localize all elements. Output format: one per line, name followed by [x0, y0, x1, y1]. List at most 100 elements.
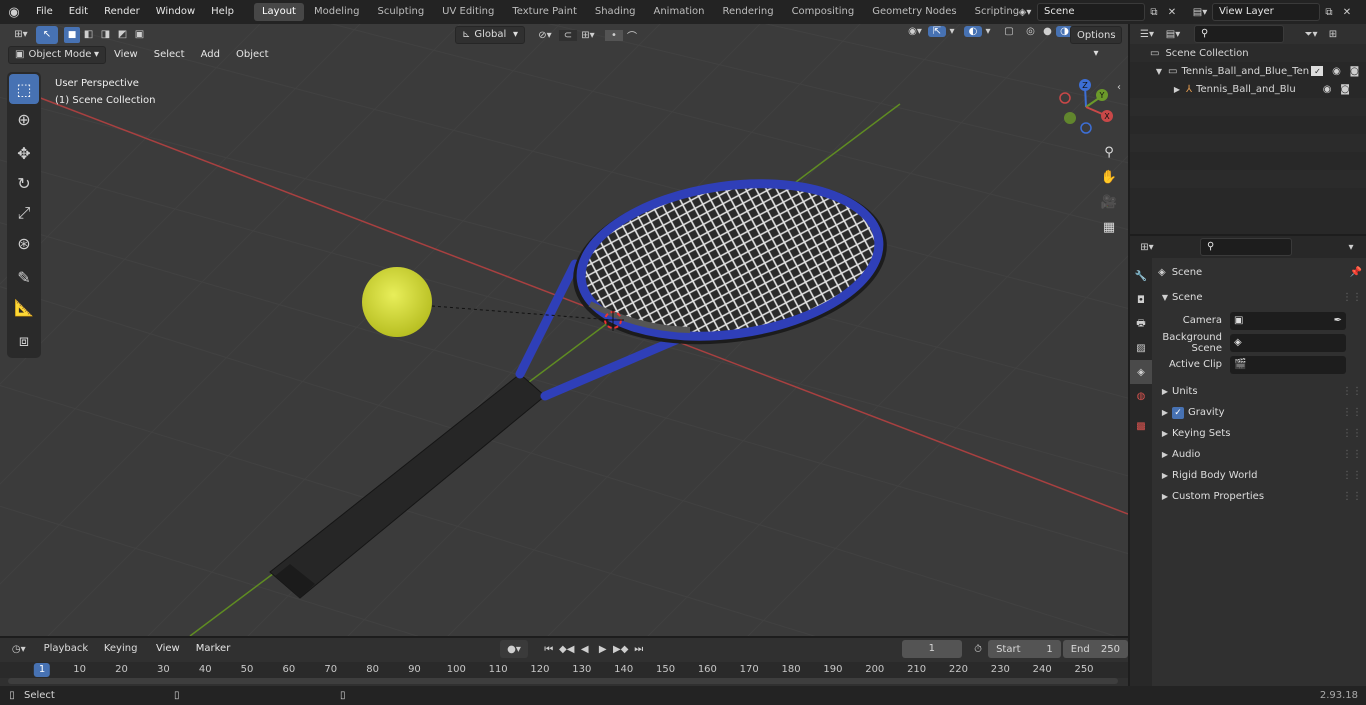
jump-start-icon[interactable]: ⏮	[540, 644, 558, 655]
mode-dropdown[interactable]: ▣ Object Mode ▾	[8, 46, 106, 64]
drag-handle-icon[interactable]: ⋮⋮	[1342, 449, 1362, 460]
view-layer-icon[interactable]: ▤▾	[1188, 7, 1212, 18]
tab-geometry-nodes[interactable]: Geometry Nodes	[864, 3, 964, 21]
tab-shading[interactable]: Shading	[587, 3, 644, 21]
shading-wireframe-icon[interactable]: ◎	[1022, 26, 1039, 37]
tab-animation[interactable]: Animation	[646, 3, 713, 21]
filter-icon[interactable]: ⏷▾	[1298, 29, 1324, 40]
annotate-tool-icon[interactable]: ✎	[9, 262, 39, 292]
add-cube-tool-icon[interactable]: ⧈	[9, 326, 39, 356]
scene-icon[interactable]: ◈▾	[1013, 7, 1037, 18]
select-mode-invert-icon[interactable]: ◩	[114, 29, 131, 40]
panel-scene-header[interactable]: ▼ Scene ⋮⋮	[1158, 287, 1362, 308]
tab-uv-editing[interactable]: UV Editing	[434, 3, 502, 21]
scene-name-field[interactable]: Scene	[1037, 3, 1145, 21]
scale-tool-icon[interactable]: ⤢	[9, 198, 39, 228]
select-mode-subtract-icon[interactable]: ◨	[97, 29, 114, 40]
overlays-toggle-icon[interactable]: ◐	[964, 26, 982, 37]
background-scene-field[interactable]: ◈	[1230, 333, 1346, 352]
outliner-row-scene-collection[interactable]: ▭ Scene Collection	[1130, 44, 1366, 62]
gizmo-toggle-icon[interactable]: ⇱	[928, 26, 946, 37]
drag-handle-icon[interactable]: ⋮⋮	[1342, 470, 1362, 481]
camera-field[interactable]: ▣ ✒	[1230, 311, 1346, 330]
tab-compositing[interactable]: Compositing	[784, 3, 863, 21]
tennis-ball[interactable]	[362, 267, 432, 337]
sidebar-toggle-icon[interactable]: ‹	[1117, 82, 1121, 93]
panel-units[interactable]: ▶ Units ⋮⋮	[1158, 381, 1362, 402]
tennis-racket[interactable]	[269, 161, 898, 599]
panel-audio[interactable]: ▶ Audio ⋮⋮	[1158, 444, 1362, 465]
rotate-tool-icon[interactable]: ↻	[9, 168, 39, 198]
measure-tool-icon[interactable]: 📐	[9, 292, 39, 322]
drag-handle-icon[interactable]: ⋮⋮	[1342, 491, 1362, 502]
timeline-menu-playback[interactable]: Playback ▾	[38, 640, 98, 672]
falloff-icon[interactable]: ⌒	[623, 28, 641, 43]
pan-hand-icon[interactable]: ✋	[1098, 166, 1120, 188]
select-box-tool-icon[interactable]: ⬚	[9, 74, 39, 104]
outliner-row-collection[interactable]: ▼ ▭ Tennis_Ball_and_Blue_Tennis_ ✓ ◉ ◙	[1130, 62, 1366, 80]
blender-logo-icon[interactable]: ◉	[0, 5, 28, 20]
panel-custom-properties[interactable]: ▶ Custom Properties ⋮⋮	[1158, 486, 1362, 507]
editor-type-icon[interactable]: ⊞▾	[6, 29, 36, 40]
timeline-menu-marker[interactable]: Marker	[188, 640, 239, 658]
delete-scene-icon[interactable]: ✕	[1163, 7, 1181, 18]
properties-search-field[interactable]: ⚲	[1200, 238, 1292, 256]
menu-render[interactable]: Render	[96, 0, 148, 24]
select-mode-intersect-icon[interactable]: ▣	[131, 29, 148, 40]
outliner-editor-icon[interactable]: ☰▾	[1134, 29, 1160, 40]
viewport-menu-object[interactable]: Object	[228, 46, 277, 64]
outliner-row-object[interactable]: ▶ ⅄ Tennis_Ball_and_Blue_Te ◉ ◙	[1130, 80, 1366, 98]
tab-layout[interactable]: Layout	[253, 3, 304, 21]
drag-handle-icon[interactable]: ⋮⋮	[1342, 292, 1362, 303]
menu-edit[interactable]: Edit	[61, 0, 96, 24]
outliner-search-field[interactable]: ⚲	[1194, 25, 1284, 43]
visibility-eye-icon[interactable]: ◉	[1327, 66, 1345, 77]
snap-target-icon[interactable]: ⊞▾	[577, 30, 599, 41]
world-tab-icon[interactable]: ◍	[1130, 384, 1152, 408]
navigation-gizmo[interactable]: Z Y X	[1055, 76, 1117, 138]
drag-handle-icon[interactable]: ⋮⋮	[1342, 386, 1362, 397]
panel-gravity[interactable]: ▶ ✓ Gravity ⋮⋮	[1158, 402, 1362, 423]
3d-viewport[interactable]: ⊞▾ ↖ ■ ◧ ◨ ◩ ▣ ⊾ Global ▾ ⊘▾ ⊂ ⊞▾ • ⌒ ◉▾ ⇱…	[0, 24, 1128, 636]
visibility-icon[interactable]: ◉▾	[902, 26, 928, 37]
active-clip-field[interactable]: 🎬	[1230, 355, 1346, 374]
select-mode-new-icon[interactable]: ■	[64, 26, 80, 43]
gizmo-dropdown-icon[interactable]: ▾	[946, 26, 958, 37]
orientation-dropdown[interactable]: ⊾ Global ▾	[455, 26, 525, 44]
overlays-dropdown-icon[interactable]: ▾	[982, 26, 994, 37]
eyedropper-icon[interactable]: ✒	[1334, 315, 1342, 326]
panel-rigid-body-world[interactable]: ▶ Rigid Body World ⋮⋮	[1158, 465, 1362, 486]
expand-icon[interactable]: ▼	[1154, 67, 1164, 76]
render-camera-icon[interactable]: ◙	[1336, 84, 1354, 95]
tool-tab-icon[interactable]: 🔧	[1130, 264, 1152, 288]
tab-texture-paint[interactable]: Texture Paint	[504, 3, 585, 21]
pivot-point-icon[interactable]: ⊘▾	[531, 30, 559, 41]
visibility-eye-icon[interactable]: ◉	[1318, 84, 1336, 95]
collapse-icon[interactable]: ▶	[1172, 85, 1182, 94]
new-scene-icon[interactable]: ⧉	[1145, 7, 1163, 18]
menu-help[interactable]: Help	[203, 0, 242, 24]
viewport-menu-view[interactable]: View	[106, 46, 146, 64]
pin-icon[interactable]: 📌	[1350, 267, 1362, 278]
camera-view-icon[interactable]: 🎥	[1098, 191, 1120, 213]
new-view-layer-icon[interactable]: ⧉	[1320, 7, 1338, 18]
tab-rendering[interactable]: Rendering	[714, 3, 781, 21]
gravity-checkbox-icon[interactable]: ✓	[1172, 406, 1184, 419]
preview-range-icon[interactable]: ⏱	[968, 644, 988, 655]
timeline-menu-keying[interactable]: Keying ▾	[98, 640, 148, 672]
select-mode-extend-icon[interactable]: ◧	[80, 29, 97, 40]
timeline-editor-icon[interactable]: ◷▾	[6, 644, 32, 655]
shading-solid-icon[interactable]: ●	[1039, 26, 1056, 37]
ortho-toggle-icon[interactable]: ▦	[1098, 216, 1120, 238]
next-keyframe-icon[interactable]: ▶◆	[612, 644, 630, 655]
viewport-menu-add[interactable]: Add	[193, 46, 228, 64]
auto-keying-icon[interactable]: ●▾	[500, 640, 528, 658]
viewport-menu-select[interactable]: Select	[146, 46, 193, 64]
move-tool-icon[interactable]: ✥	[9, 138, 39, 168]
play-icon[interactable]: ▶	[594, 644, 612, 655]
select-tool-icon[interactable]: ↖	[36, 25, 58, 44]
new-collection-icon[interactable]: ⊞	[1324, 29, 1342, 40]
drag-handle-icon[interactable]: ⋮⋮	[1342, 428, 1362, 439]
timeline-scrollbar[interactable]	[8, 678, 1118, 684]
end-frame-field[interactable]: End 250	[1062, 640, 1129, 658]
